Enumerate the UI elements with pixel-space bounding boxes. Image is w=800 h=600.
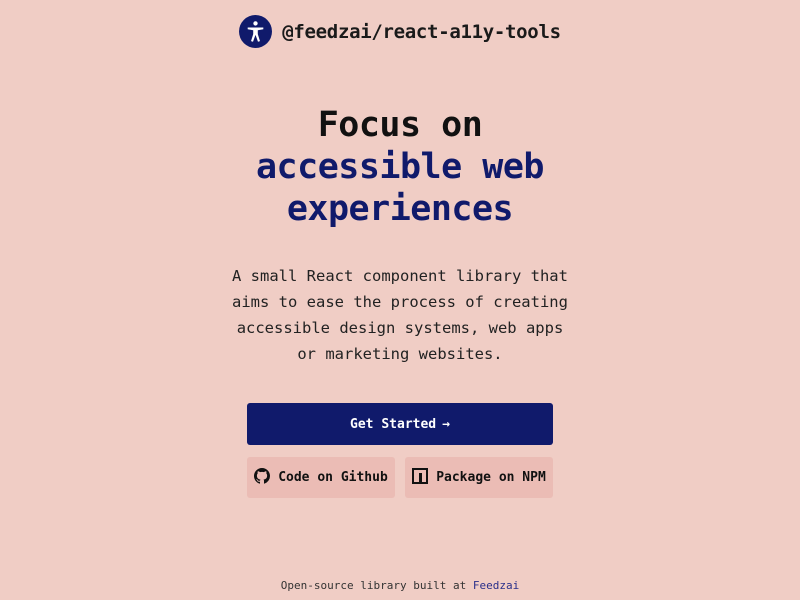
description-line: A small React component library that	[232, 267, 568, 285]
accessibility-icon	[239, 15, 273, 48]
description-line: accessible design systems, web apps	[236, 319, 564, 337]
hero-line-2: accessible web	[255, 147, 545, 187]
landing-page: @feedzai/react-a11y-tools Focus on acces…	[0, 0, 800, 600]
description-line: or marketing websites.	[297, 345, 503, 363]
github-label: Code on Github	[278, 470, 388, 485]
hero-heading: Focus on accessible web experiences	[0, 104, 800, 230]
github-button[interactable]: Code on Github	[247, 457, 395, 498]
description: A small React component library that aim…	[0, 263, 800, 367]
npm-icon	[412, 467, 429, 488]
arrow-right-icon: →	[442, 416, 450, 432]
footer-text: Open-source library built at	[280, 579, 473, 592]
footer: Open-source library built at Feedzai	[0, 579, 800, 592]
brand-header[interactable]: @feedzai/react-a11y-tools	[0, 15, 800, 48]
description-line: aims to ease the process of creating	[232, 293, 568, 311]
get-started-button[interactable]: Get Started →	[247, 403, 553, 445]
brand-name: @feedzai/react-a11y-tools	[282, 20, 561, 43]
hero-line-1: Focus on	[317, 105, 483, 145]
github-icon	[254, 467, 271, 488]
feedzai-link[interactable]: Feedzai	[473, 579, 519, 592]
npm-button[interactable]: Package on NPM	[405, 457, 553, 498]
npm-label: Package on NPM	[436, 470, 546, 485]
get-started-label: Get Started	[350, 416, 437, 432]
hero-line-3: experiences	[286, 189, 514, 229]
